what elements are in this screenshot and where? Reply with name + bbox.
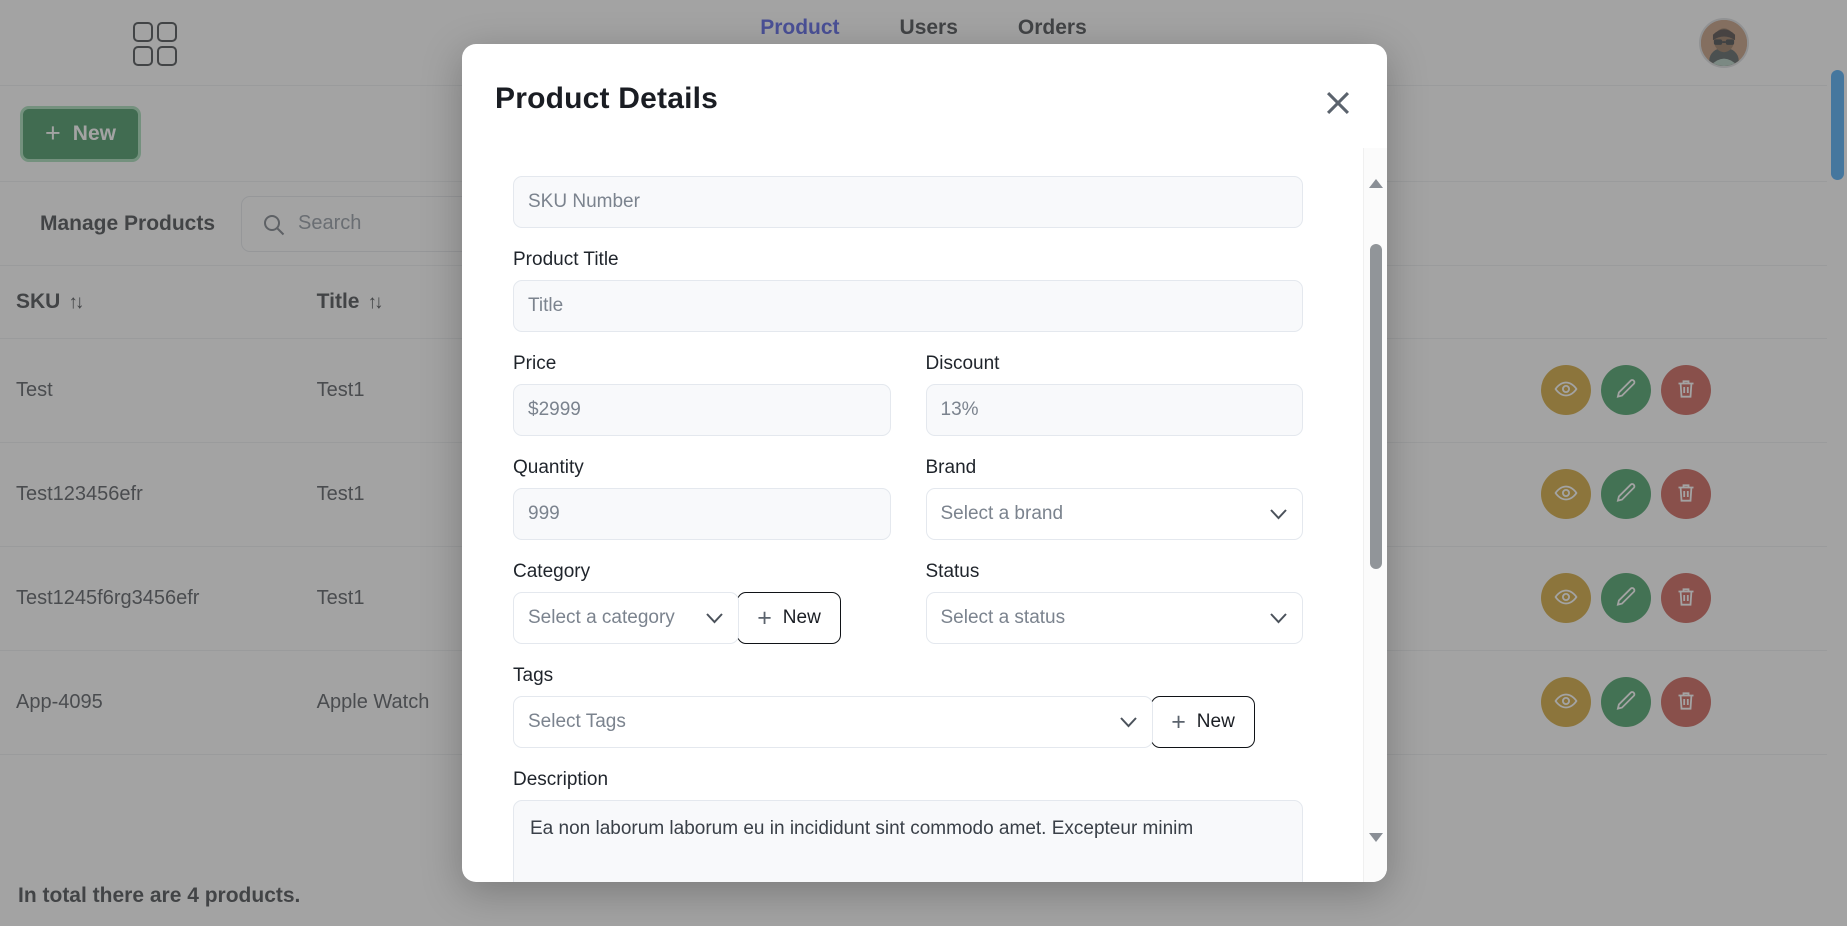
new-category-button[interactable]: + New bbox=[737, 592, 841, 644]
field-product-title: Product Title bbox=[513, 249, 1303, 332]
field-tags: Tags Select Tags + New bbox=[513, 665, 1303, 748]
status-select[interactable]: Select a status bbox=[926, 592, 1304, 644]
plus-icon: + bbox=[1171, 710, 1186, 735]
label-tags: Tags bbox=[513, 665, 1303, 687]
scroll-down-arrow-icon[interactable] bbox=[1364, 826, 1387, 848]
discount-input[interactable] bbox=[926, 384, 1304, 436]
modal-header: Product Details bbox=[462, 44, 1387, 126]
label-price: Price bbox=[513, 353, 891, 375]
label-discount: Discount bbox=[926, 353, 1304, 375]
quantity-input[interactable] bbox=[513, 488, 891, 540]
label-status: Status bbox=[926, 561, 1304, 583]
tags-select[interactable]: Select Tags bbox=[513, 696, 1153, 748]
modal-body: Product Title Price Discount Quantity bbox=[462, 148, 1363, 882]
row-quantity-brand: Quantity Brand Select a brand bbox=[513, 457, 1303, 561]
label-brand: Brand bbox=[926, 457, 1304, 479]
new-category-label: New bbox=[783, 607, 821, 629]
field-sku bbox=[513, 176, 1303, 228]
plus-icon: + bbox=[757, 606, 772, 631]
row-price-discount: Price Discount bbox=[513, 353, 1303, 457]
field-discount: Discount bbox=[926, 353, 1304, 436]
modal-scrollbar[interactable] bbox=[1363, 148, 1387, 882]
product-details-modal: Product Details Product Title Price bbox=[462, 44, 1387, 882]
close-button[interactable] bbox=[1321, 86, 1355, 120]
field-status: Status Select a status bbox=[926, 561, 1304, 644]
brand-select[interactable]: Select a brand bbox=[926, 488, 1304, 540]
label-quantity: Quantity bbox=[513, 457, 891, 479]
field-description: Description Ea non laborum laborum eu in… bbox=[513, 769, 1303, 882]
sku-input[interactable] bbox=[513, 176, 1303, 228]
price-input[interactable] bbox=[513, 384, 891, 436]
field-price: Price bbox=[513, 353, 891, 436]
modal-scrollbar-thumb[interactable] bbox=[1370, 244, 1382, 569]
label-description: Description bbox=[513, 769, 1303, 791]
description-textarea[interactable]: Ea non laborum laborum eu in incididunt … bbox=[513, 800, 1303, 882]
field-brand: Brand Select a brand bbox=[926, 457, 1304, 540]
product-title-input[interactable] bbox=[513, 280, 1303, 332]
new-tag-button[interactable]: + New bbox=[1151, 696, 1255, 748]
label-category: Category bbox=[513, 561, 891, 583]
field-quantity: Quantity bbox=[513, 457, 891, 540]
close-icon bbox=[1321, 86, 1355, 120]
row-category-status: Category Select a category + New bbox=[513, 561, 1303, 665]
field-category: Category Select a category + New bbox=[513, 561, 891, 644]
new-tag-label: New bbox=[1197, 711, 1235, 733]
scroll-up-arrow-icon[interactable] bbox=[1364, 172, 1387, 194]
label-product-title: Product Title bbox=[513, 249, 1303, 271]
category-select[interactable]: Select a category bbox=[513, 592, 739, 644]
modal-title: Product Details bbox=[495, 82, 1347, 116]
